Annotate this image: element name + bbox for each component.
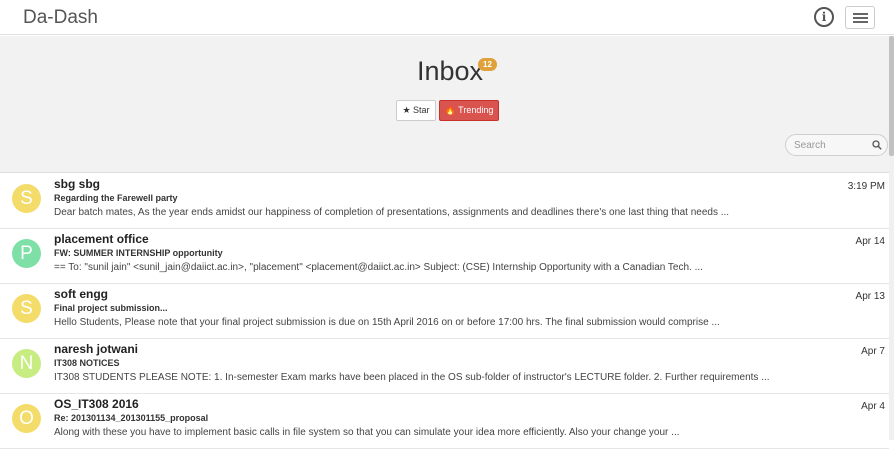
message-row[interactable]: S sbg sbg Regarding the Farewell party D…	[0, 174, 889, 229]
message-preview: == To: "sunil jain" <sunil_jain@daiict.a…	[54, 262, 703, 273]
search-icon[interactable]	[872, 140, 882, 150]
sender-name: sbg sbg	[54, 177, 101, 191]
sender-name: soft engg	[54, 287, 108, 301]
message-preview: IT308 STUDENTS PLEASE NOTE: 1. In-semest…	[54, 372, 770, 383]
menu-bar-icon	[853, 17, 868, 19]
info-icon[interactable]: i	[814, 7, 834, 27]
sender-avatar: O	[12, 404, 41, 433]
sender-name: OS_IT308 2016	[54, 397, 139, 411]
sender-avatar: S	[12, 184, 41, 213]
menu-bar-icon	[853, 13, 868, 15]
inbox-header: Inbox 12 ★ Star 🔥 Trending	[0, 36, 894, 173]
message-date: 3:19 PM	[847, 181, 885, 192]
message-subject: Regarding the Farewell party	[54, 193, 178, 203]
sender-avatar: N	[12, 349, 41, 378]
sender-avatar: P	[12, 239, 41, 268]
message-date: Apr 4	[861, 401, 885, 412]
message-preview: Dear batch mates, As the year ends amids…	[54, 207, 730, 218]
message-row[interactable]: O OS_IT308 2016 Re: 201301134_201301155_…	[0, 394, 889, 449]
sender-name: naresh jotwani	[54, 342, 139, 356]
message-date: Apr 13	[855, 291, 885, 302]
star-filter-button[interactable]: ★ Star	[396, 100, 436, 121]
page-title: Inbox	[417, 56, 484, 86]
menu-bar-icon	[853, 21, 868, 23]
sender-avatar: S	[12, 294, 41, 323]
search-container	[785, 134, 888, 156]
scrollbar-thumb[interactable]	[889, 36, 894, 156]
message-list: S sbg sbg Regarding the Farewell party D…	[0, 174, 889, 449]
message-row[interactable]: S soft engg Final project submission... …	[0, 284, 889, 339]
top-navbar: Da-Dash i	[0, 0, 894, 35]
app-brand[interactable]: Da-Dash	[23, 7, 98, 29]
message-subject: Re: 201301134_201301155_proposal	[54, 413, 209, 423]
message-row[interactable]: N naresh jotwani IT308 NOTICES IT308 STU…	[0, 339, 889, 394]
unread-count-badge: 12	[478, 58, 497, 71]
message-preview: Hello Students, Please note that your fi…	[54, 317, 720, 328]
hamburger-menu-button[interactable]	[845, 6, 875, 29]
message-subject: IT308 NOTICES	[54, 358, 120, 368]
sender-name: placement office	[54, 232, 149, 246]
trending-filter-button[interactable]: 🔥 Trending	[439, 100, 499, 121]
message-date: Apr 7	[861, 346, 885, 357]
scrollbar[interactable]	[889, 36, 894, 440]
message-row[interactable]: P placement office FW: SUMMER INTERNSHIP…	[0, 229, 889, 284]
message-preview: Along with these you have to implement b…	[54, 427, 680, 438]
message-date: Apr 14	[855, 236, 885, 247]
message-subject: Final project submission...	[54, 303, 168, 313]
message-subject: FW: SUMMER INTERNSHIP opportunity	[54, 248, 223, 258]
search-input[interactable]	[794, 137, 866, 153]
